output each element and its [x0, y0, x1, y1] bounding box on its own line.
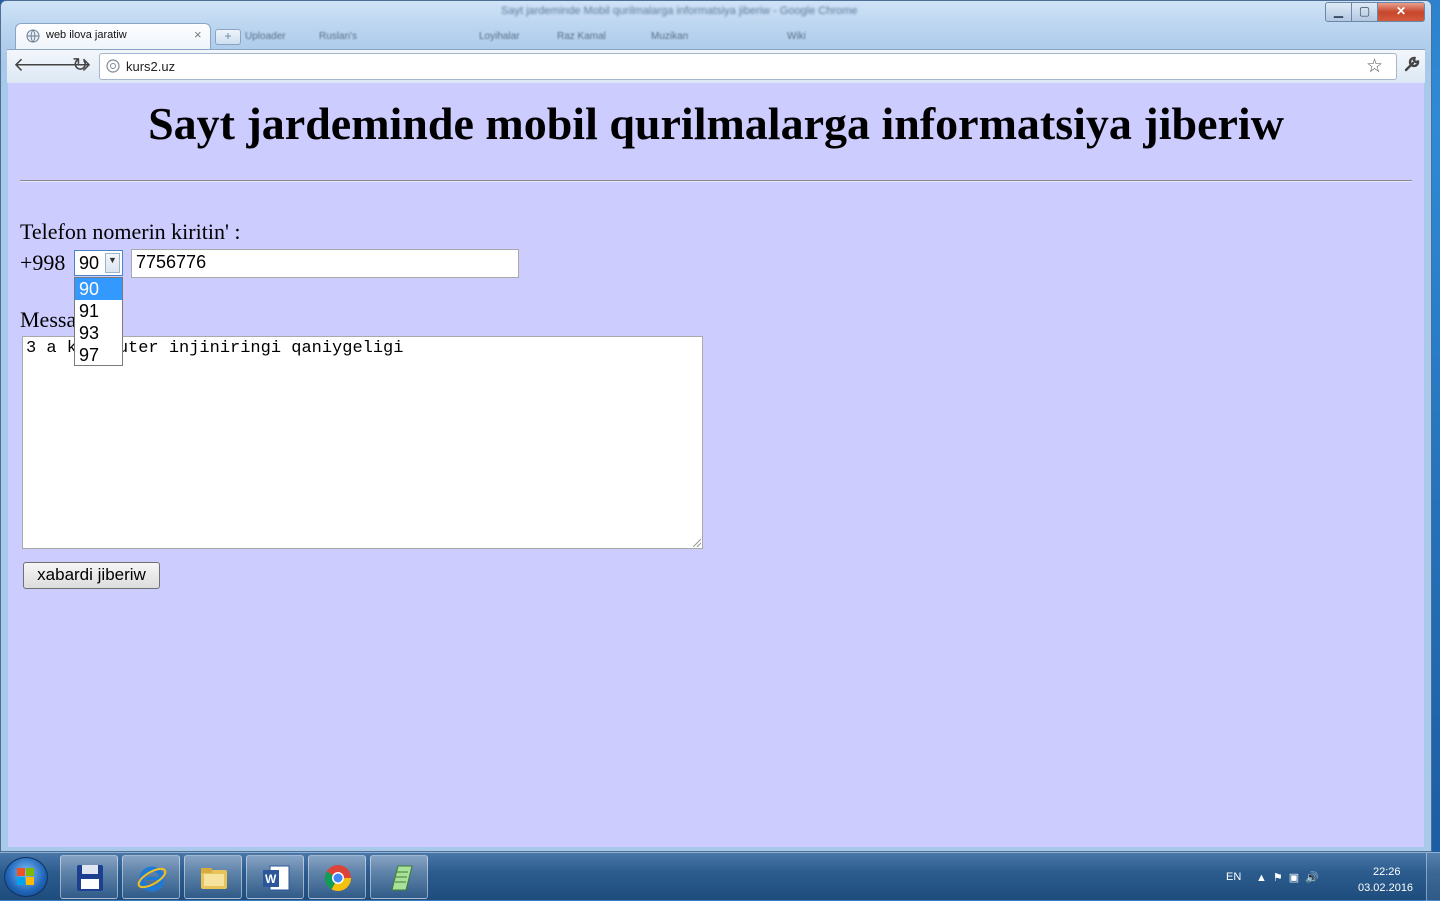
bookmark-item[interactable]: Uploader — [245, 31, 286, 42]
clock-date[interactable]: 03.02.2016 — [1358, 882, 1413, 894]
taskbar-internet-explorer[interactable] — [122, 855, 180, 899]
maximize-button[interactable]: ▢ — [1351, 2, 1378, 22]
address-bar[interactable]: kurs2.uz ☆ — [99, 53, 1397, 80]
forward-arrow-icon[interactable]: 🡒 — [41, 55, 92, 77]
start-button[interactable] — [4, 857, 48, 897]
resize-grip-icon[interactable] — [693, 539, 701, 547]
chevron-down-icon: ▼ — [108, 255, 117, 265]
show-desktop-button[interactable] — [1426, 853, 1440, 901]
bookmark-item[interactable]: Wiki — [787, 31, 806, 42]
bookmark-star-icon[interactable]: ☆ — [1366, 55, 1383, 78]
taskbar-word[interactable]: W — [246, 855, 304, 899]
internet-explorer-icon — [137, 866, 167, 892]
globe-icon — [26, 29, 40, 43]
phone-label: Telefon nomerin kiritin' : — [20, 219, 241, 244]
operator-option[interactable]: 93 — [75, 322, 122, 344]
bookmark-item[interactable]: Ruslan's — [319, 31, 357, 42]
phone-number-input[interactable]: 7756776 — [131, 249, 519, 278]
operator-selected-value: 90 — [79, 253, 100, 273]
phone-number-value: 7756776 — [136, 252, 207, 272]
title-bar[interactable]: Sayt jardeminde Mobil qurilmalarga infor… — [1, 1, 1431, 25]
bookmark-item[interactable]: Raz Kamal — [557, 31, 606, 42]
operator-select[interactable]: 90 ▼ — [74, 250, 123, 276]
reload-icon[interactable]: ↻ — [69, 55, 91, 77]
page-title: Sayt jardeminde mobil qurilmalarga infor… — [148, 98, 1284, 149]
windows-logo-icon — [17, 868, 34, 885]
notepad-icon — [391, 865, 413, 891]
select-dropdown-button[interactable]: ▼ — [105, 253, 120, 273]
taskbar-chrome[interactable] — [308, 855, 366, 899]
taskbar-save-app[interactable] — [60, 855, 118, 899]
message-textarea[interactable]: 3 a kompyuter injiniringi qaniygeligi — [22, 336, 703, 549]
new-tab-button[interactable]: + — [215, 29, 241, 45]
operator-dropdown-list: 90 91 93 97 — [74, 277, 123, 366]
taskbar-notepad[interactable] — [370, 855, 428, 899]
url-text: kurs2.uz — [126, 59, 176, 74]
operator-option[interactable]: 90 — [75, 278, 122, 300]
clock-time[interactable]: 22:26 — [1373, 866, 1401, 878]
browser-window: Sayt jardeminde Mobil qurilmalarga infor… — [0, 0, 1432, 852]
minimize-button[interactable]: ▁ — [1325, 2, 1352, 22]
floppy-disk-icon — [77, 865, 103, 891]
language-indicator[interactable]: EN — [1226, 871, 1241, 883]
window-title: Sayt jardeminde Mobil qurilmalarga infor… — [501, 5, 858, 17]
browser-tab[interactable]: web ilova jaratiw × — [15, 23, 211, 49]
tab-title: web ilova jaratiw — [46, 29, 127, 41]
taskbar-file-explorer[interactable] — [184, 855, 242, 899]
chrome-icon — [324, 865, 352, 892]
word-icon: W — [263, 865, 290, 891]
page-viewport: Sayt jardeminde mobil qurilmalarga infor… — [8, 83, 1424, 847]
back-arrow-icon[interactable]: 🡐 — [13, 55, 64, 77]
system-tray-icons[interactable]: ▲⚑▣🔊 — [1256, 871, 1325, 884]
browser-toolbar: 🡐 🡒 ↻ kurs2.uz ☆ — [7, 49, 1425, 83]
bookmark-item[interactable]: Muzikan — [651, 31, 688, 42]
horizontal-divider — [20, 180, 1412, 182]
page-globe-icon — [106, 59, 120, 73]
operator-option[interactable]: 91 — [75, 300, 122, 322]
svg-text:W: W — [265, 872, 277, 886]
taskbar: W EN ▲⚑▣🔊 22:26 03.02.2016 — [0, 852, 1440, 901]
operator-option[interactable]: 97 — [75, 344, 122, 366]
wrench-icon[interactable] — [1403, 55, 1421, 73]
folder-icon — [201, 868, 227, 889]
country-code: +998 — [20, 250, 66, 275]
tab-close-icon[interactable]: × — [194, 27, 202, 42]
bookmark-item[interactable]: Loyihalar — [479, 31, 520, 42]
close-window-button[interactable]: ✕ — [1377, 2, 1425, 22]
send-message-button[interactable]: xabardi jiberiw — [23, 562, 160, 589]
